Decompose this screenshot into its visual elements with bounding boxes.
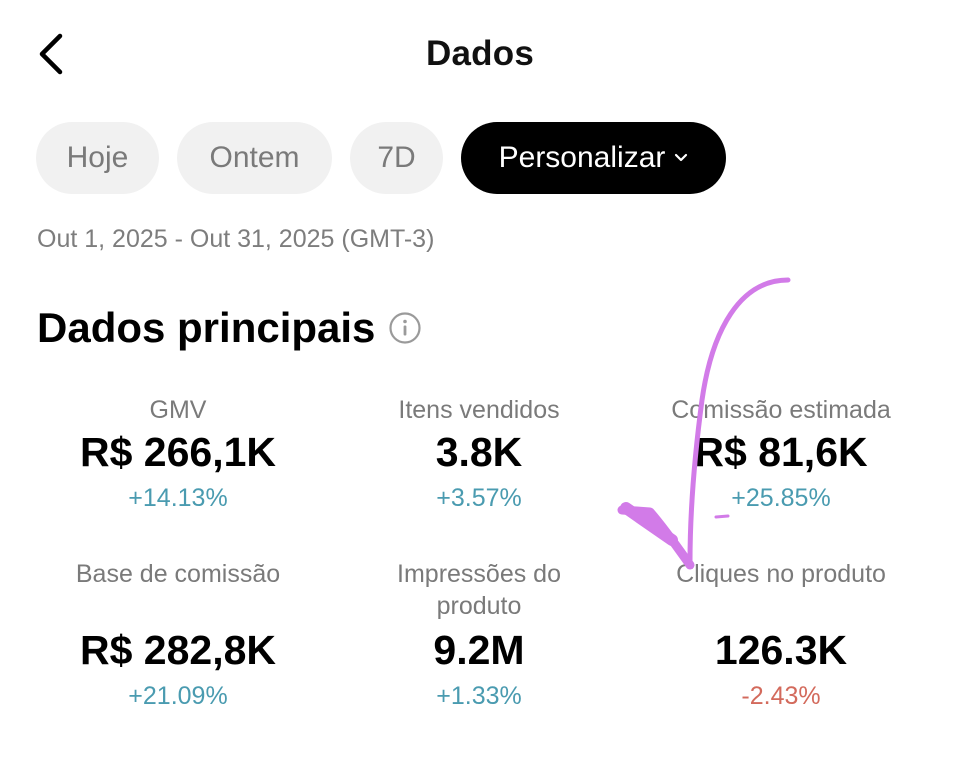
header: Dados (0, 0, 960, 110)
metric-delta: +1.33% (436, 682, 522, 710)
metric-items-sold[interactable]: Itens vendidos 3.8K +3.57% (329, 394, 629, 514)
metric-label: Comissão estimada (671, 396, 891, 424)
chevron-down-icon (674, 153, 688, 163)
metric-product-clicks[interactable]: Cliques no produto 126.3K -2.43% (631, 558, 931, 712)
metric-label: GMV (149, 396, 207, 424)
metric-delta: +3.57% (436, 484, 522, 512)
chip-custom[interactable]: Personalizar (461, 122, 726, 194)
section-title: Dados principais (37, 304, 376, 351)
chip-today[interactable]: Hoje (36, 122, 159, 194)
date-filter-chips: Hoje Ontem 7D Personalizar (36, 122, 726, 194)
metric-estimated-commission[interactable]: Comissão estimada R$ 81,6K +25.85% (631, 394, 931, 514)
metric-gmv[interactable]: GMV R$ 266,1K +14.13% (28, 394, 328, 514)
date-range-text: Out 1, 2025 - Out 31, 2025 (GMT-3) (37, 225, 435, 253)
metric-value: 126.3K (714, 627, 848, 673)
metric-value: 3.8K (435, 429, 523, 475)
chip-7d[interactable]: 7D (350, 122, 443, 194)
metric-label: Base de comissão (75, 560, 281, 588)
metric-delta: +14.13% (128, 484, 228, 512)
info-icon[interactable] (388, 311, 422, 345)
chip-custom-label: Personalizar (498, 141, 666, 174)
metric-product-impressions[interactable]: Impressões do produto 9.2M +1.33% (329, 558, 629, 712)
metric-value: R$ 282,8K (79, 627, 276, 673)
metric-delta: -2.43% (741, 682, 821, 710)
metric-value: R$ 81,6K (694, 429, 868, 475)
metric-delta: +21.09% (128, 682, 228, 710)
metric-value: R$ 266,1K (79, 429, 276, 475)
metric-label: Impressões do produto (397, 560, 561, 620)
metric-value: 9.2M (433, 627, 525, 673)
chip-yesterday[interactable]: Ontem (177, 122, 332, 194)
section-header: Dados principais (37, 304, 422, 352)
metric-label: Cliques no produto (676, 560, 886, 588)
metric-delta: +25.85% (731, 484, 831, 512)
page-title: Dados (426, 34, 534, 73)
metric-commission-base[interactable]: Base de comissão R$ 282,8K +21.09% (28, 558, 328, 712)
metric-label: Itens vendidos (398, 396, 560, 424)
